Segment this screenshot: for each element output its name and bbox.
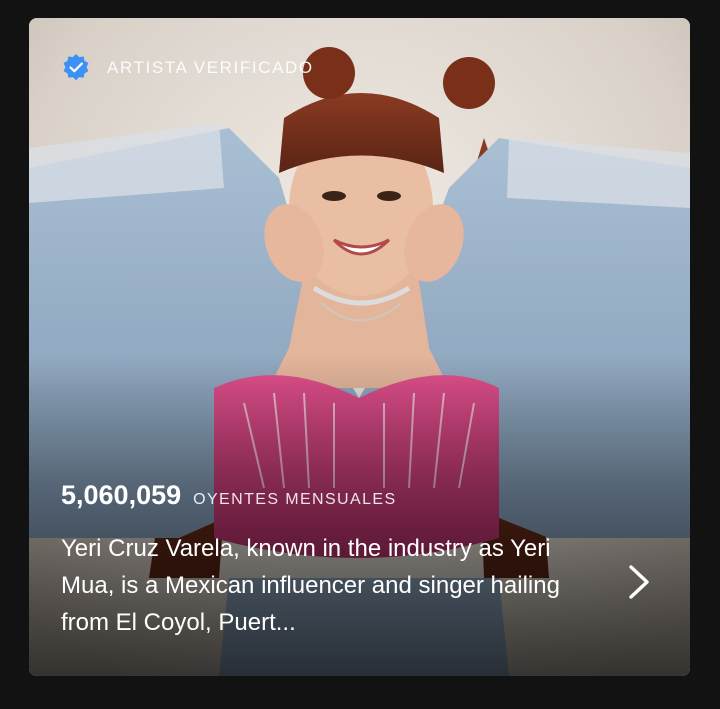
monthly-listeners: 5,060,059 OYENTES MENSUALES (61, 480, 397, 511)
verified-artist-label: ARTISTA VERIFICADO (107, 58, 314, 77)
artist-bio: Yeri Cruz Varela, known in the industry … (61, 535, 560, 636)
verified-badge-icon (63, 54, 89, 81)
monthly-listeners-label: OYENTES MENSUALES (193, 491, 397, 508)
chevron-right-icon[interactable] (628, 564, 650, 600)
monthly-listeners-count: 5,060,059 (61, 480, 182, 510)
verified-artist-row: ARTISTA VERIFICADO (61, 53, 314, 83)
artist-about-card[interactable]: ARTISTA VERIFICADO 5,060,059 OYENTES MEN… (29, 18, 690, 676)
